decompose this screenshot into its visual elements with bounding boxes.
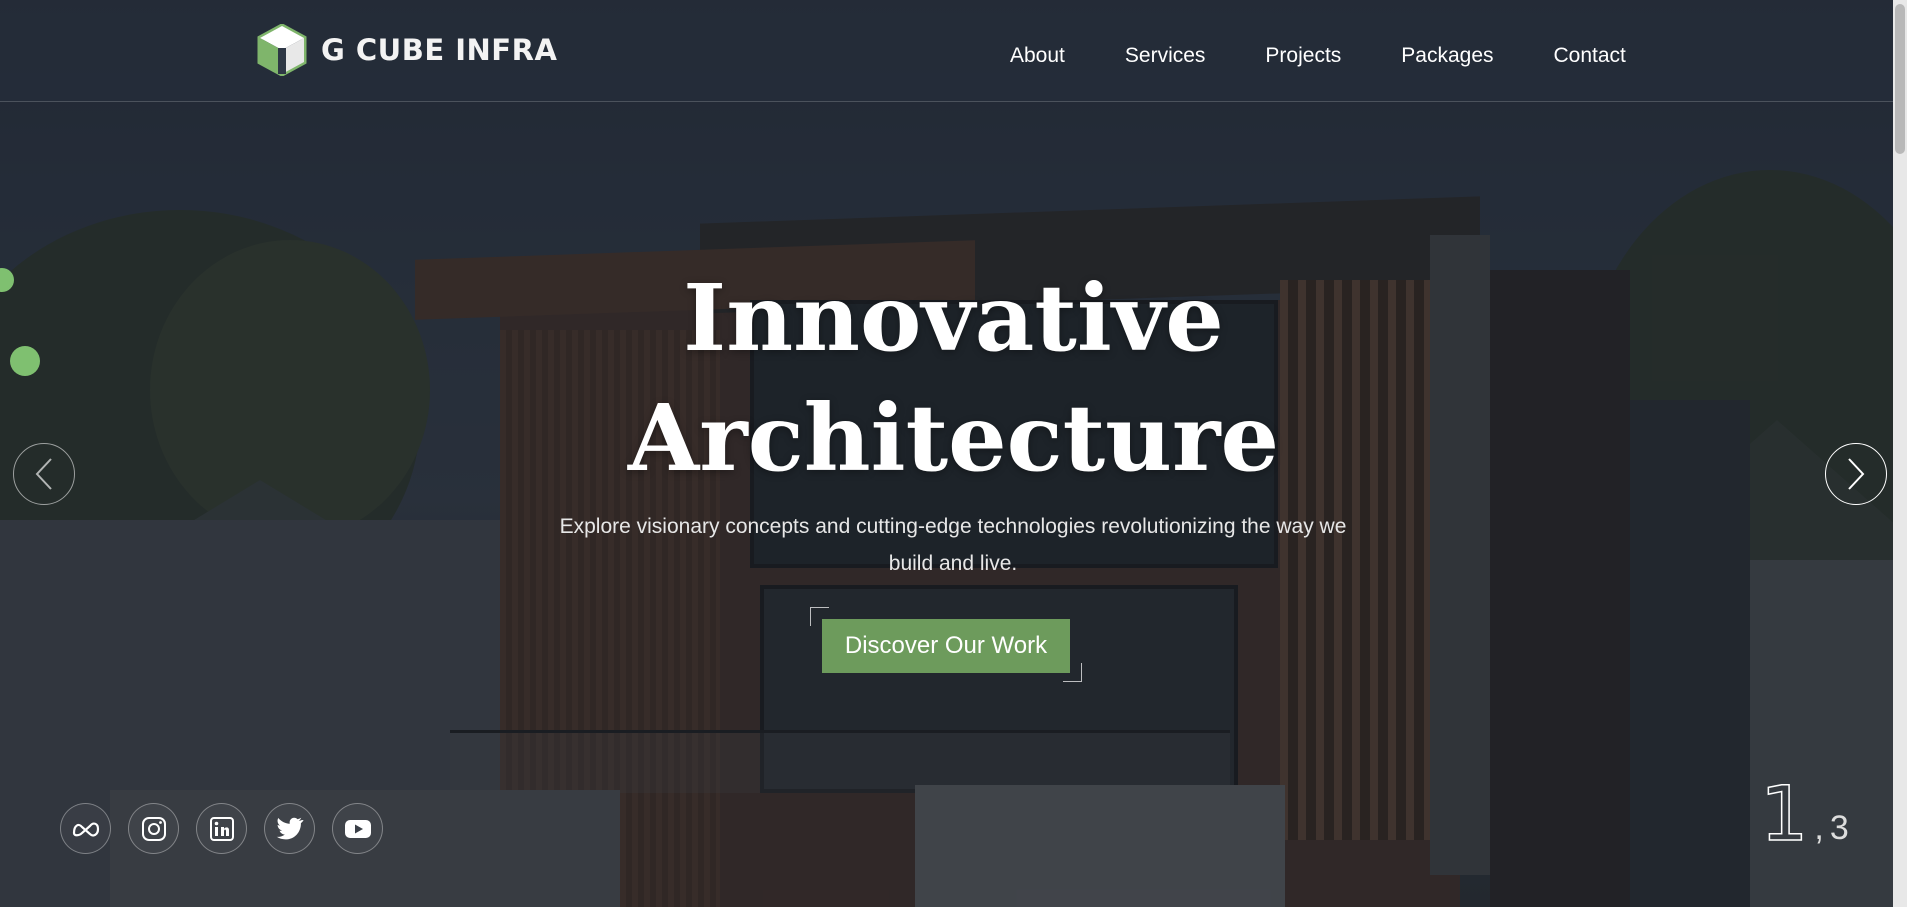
slider-next-button[interactable] bbox=[1825, 443, 1887, 505]
slider-prev-button[interactable] bbox=[13, 443, 75, 505]
twitter-icon bbox=[276, 817, 304, 839]
nav-contact[interactable]: Contact bbox=[1554, 44, 1626, 68]
main-nav: About Services Projects Packages Contact bbox=[1010, 44, 1626, 68]
youtube-icon bbox=[344, 819, 371, 838]
linkedin-link[interactable] bbox=[196, 803, 247, 854]
nav-about[interactable]: About bbox=[1010, 44, 1065, 68]
instagram-link[interactable] bbox=[128, 803, 179, 854]
hero-title: Innovative Architecture bbox=[0, 258, 1907, 498]
discover-work-button[interactable]: Discover Our Work bbox=[822, 619, 1070, 673]
hero-title-line-2: Architecture bbox=[627, 384, 1280, 492]
scrollbar-thumb[interactable] bbox=[1895, 4, 1905, 154]
brand-name: G CUBE INFRA bbox=[321, 33, 558, 67]
instagram-icon bbox=[141, 816, 166, 841]
nav-projects[interactable]: Projects bbox=[1265, 44, 1341, 68]
nav-packages[interactable]: Packages bbox=[1401, 44, 1493, 68]
brand-logo[interactable]: G CUBE INFRA bbox=[257, 24, 557, 76]
twitter-link[interactable] bbox=[264, 803, 315, 854]
youtube-link[interactable] bbox=[332, 803, 383, 854]
slide-counter-current: 1 bbox=[1759, 769, 1809, 858]
chevron-right-icon bbox=[1848, 458, 1865, 490]
linkedin-icon bbox=[209, 816, 234, 841]
nav-services[interactable]: Services bbox=[1125, 44, 1206, 68]
site-header: G CUBE INFRA About Services Projects Pac… bbox=[0, 0, 1907, 102]
hero-title-line-1: Innovative bbox=[683, 264, 1224, 372]
cube-logo-icon bbox=[257, 24, 307, 76]
chevron-left-icon bbox=[35, 458, 52, 490]
hero-subtitle: Explore visionary concepts and cutting-e… bbox=[559, 515, 1347, 575]
page-scrollbar[interactable] bbox=[1893, 0, 1907, 907]
slide-counter-separator: , bbox=[1814, 809, 1824, 847]
cta-wrapper: Discover Our Work bbox=[810, 607, 1082, 682]
slide-counter: 1 , 3 bbox=[1759, 769, 1849, 858]
social-links bbox=[60, 803, 383, 854]
meta-link[interactable] bbox=[60, 803, 111, 854]
meta-icon bbox=[72, 822, 99, 836]
slide-counter-total: 3 bbox=[1829, 809, 1849, 847]
